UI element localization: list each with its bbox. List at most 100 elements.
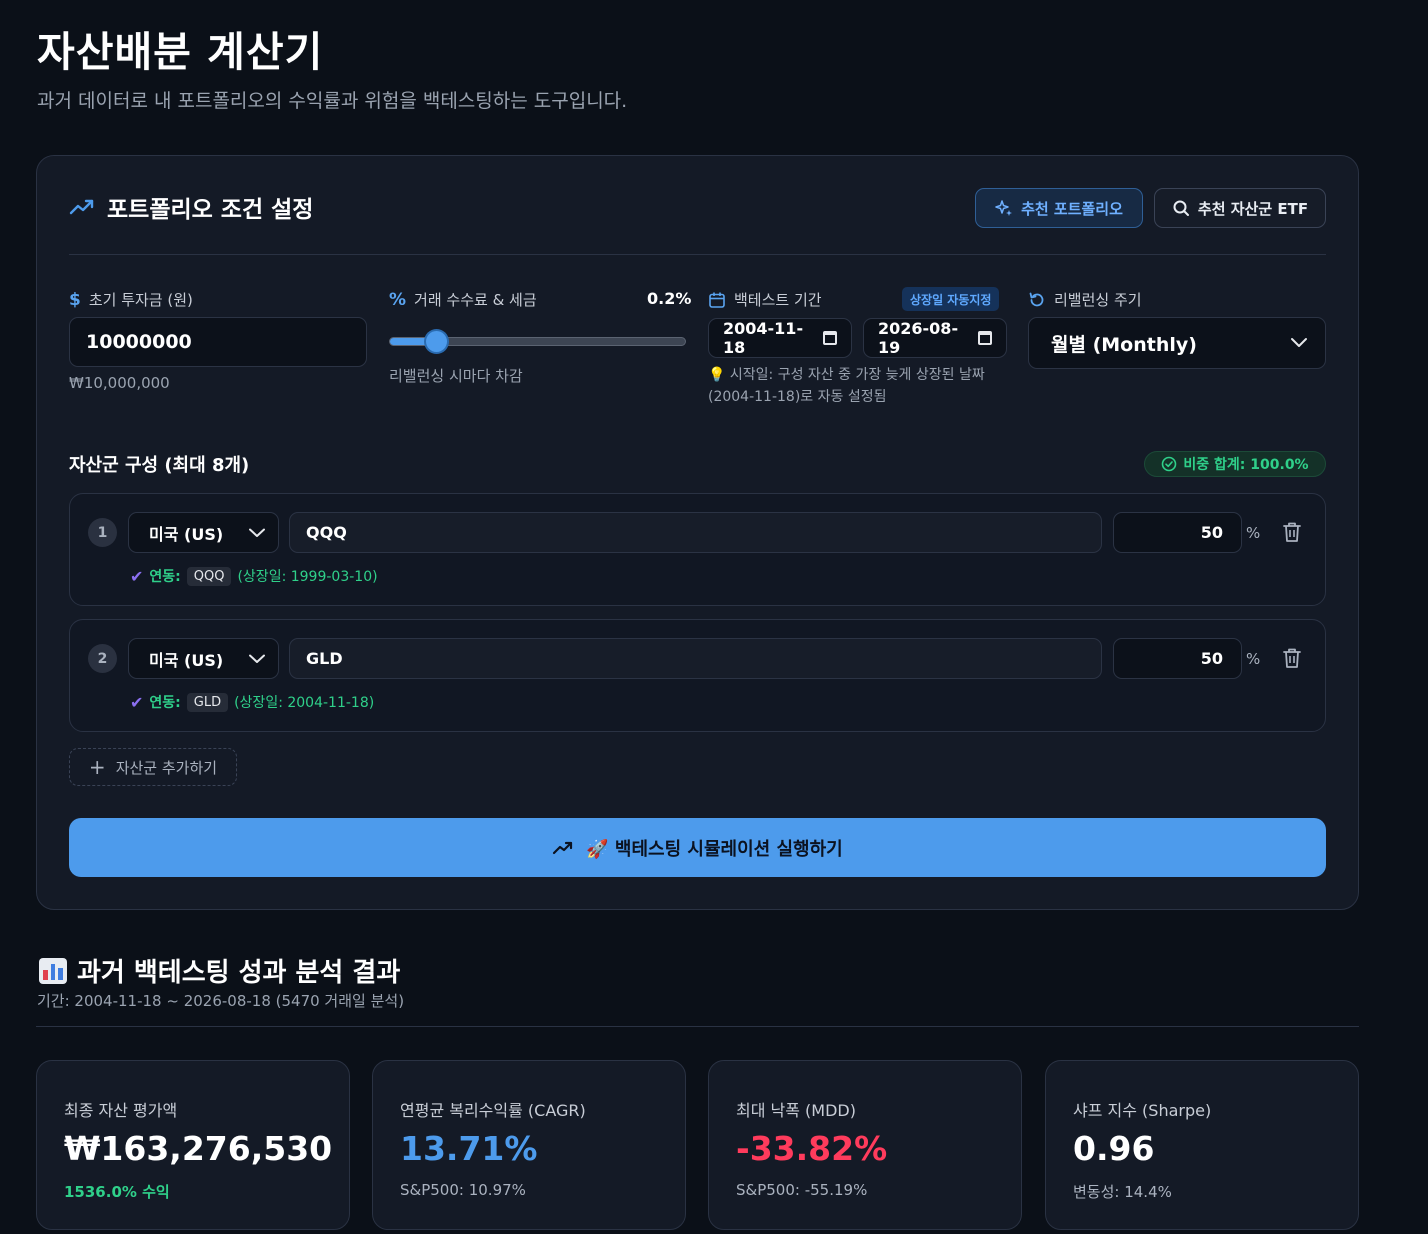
percent-symbol: % — [1246, 650, 1261, 668]
listing-date: (상장일: 1999-03-10) — [237, 569, 378, 585]
sparkles-icon — [995, 200, 1013, 216]
portfolio-settings-card: 포트폴리오 조건 설정 추천 포트폴리오 추천 자산군 ETF $ 초기 투자금… — [36, 155, 1359, 910]
metric-label: 최종 자산 평가액 — [64, 1101, 178, 1120]
rebalance-label: 리밸런싱 주기 — [1054, 291, 1142, 309]
bar-chart-icon — [39, 957, 67, 984]
metric-label: 연평균 복리수익률 (CAGR) — [400, 1101, 586, 1120]
ticker-link-status: ✔ 연동: QQQ (상장일: 1999-03-10) — [130, 566, 378, 586]
rebalance-select[interactable]: 월별 (Monthly) — [1028, 317, 1326, 369]
initial-investment-formatted: ₩10,000,000 — [69, 374, 170, 392]
auto-listing-date-badge[interactable]: 상장일 자동지정 — [902, 287, 1000, 311]
results-title: 과거 백테스팅 성과 분석 결과 — [77, 958, 401, 988]
trash-icon[interactable] — [1282, 521, 1302, 543]
metric-sub: 변동성: 14.4% — [1073, 1183, 1172, 1201]
initial-investment-label-row: $ 초기 투자금 (원) — [69, 289, 193, 310]
end-date-input[interactable]: 2026-08-19 — [863, 318, 1007, 358]
settings-header: 포트폴리오 조건 설정 — [69, 190, 313, 224]
asset-row: 1 미국 (US) QQQ 50 % ✔ 연동: QQQ (상장일: 1999-… — [69, 493, 1326, 606]
recommend-etf-button[interactable]: 추천 자산군 ETF — [1154, 188, 1326, 228]
weight-input[interactable]: 50 — [1113, 638, 1242, 679]
start-date-note: 💡 시작일: 구성 자산 중 가장 늦게 상장된 날짜 (2004-11-18)… — [708, 367, 985, 405]
rotate-ccw-icon — [1029, 292, 1044, 306]
metric-card-cagr: 연평균 복리수익률 (CAGR) 13.71% S&P500: 10.97% — [372, 1060, 686, 1230]
metric-value: -33.82% — [736, 1129, 888, 1168]
rebalance-label-row: 리밸런싱 주기 — [1028, 289, 1142, 310]
metric-label: 샤프 지수 (Sharpe) — [1073, 1101, 1212, 1120]
results-title-row: 과거 백테스팅 성과 분석 결과 — [39, 952, 400, 989]
start-date-value: 2004-11-18 — [723, 319, 804, 357]
fee-hint: 리밸런싱 시마다 차감 — [389, 367, 523, 385]
add-asset-button[interactable]: + 자산군 추가하기 — [69, 748, 237, 786]
ticker-chip: GLD — [186, 692, 229, 712]
calendar-icon — [709, 292, 725, 308]
metric-card-mdd: 최대 낙폭 (MDD) -33.82% S&P500: -55.19% — [708, 1060, 1022, 1230]
recommend-portfolio-label: 추천 포트폴리오 — [1021, 199, 1123, 218]
page-title: 자산배분 계산기 — [37, 28, 324, 76]
ticker-chip: QQQ — [186, 566, 232, 586]
market-value: 미국 (US) — [149, 524, 224, 544]
end-date-calendar-icon[interactable] — [978, 331, 992, 345]
listing-date: (상장일: 2004-11-18) — [234, 695, 375, 711]
metric-value: ₩163,276,530 — [64, 1129, 333, 1168]
fee-value: 0.2% — [647, 289, 692, 308]
linked-label: 연동: — [149, 569, 181, 585]
fee-slider-thumb[interactable] — [425, 331, 447, 352]
page: 자산배분 계산기 과거 데이터로 내 포트폴리오의 수익률과 위험을 백테스팅하… — [0, 0, 1428, 1234]
asset-index: 1 — [88, 518, 117, 547]
weight-input[interactable]: 50 — [1113, 512, 1242, 553]
metric-sub: S&P500: -55.19% — [736, 1181, 868, 1199]
market-select[interactable]: 미국 (US) — [128, 512, 279, 553]
fee-slider[interactable] — [389, 331, 686, 352]
metric-label: 최대 낙폭 (MDD) — [736, 1101, 856, 1120]
metric-value: 13.71% — [400, 1129, 538, 1168]
initial-investment-input[interactable]: 10000000 — [69, 317, 367, 367]
check-icon: ✔ — [130, 692, 144, 712]
chevron-down-icon — [249, 528, 265, 537]
ticker-input[interactable]: GLD — [289, 638, 1102, 679]
start-date-calendar-icon[interactable] — [823, 331, 837, 345]
weight-total-badge: 비중 합계: 100.0% — [1144, 451, 1326, 477]
metric-card-sharpe: 샤프 지수 (Sharpe) 0.96 변동성: 14.4% — [1045, 1060, 1359, 1230]
metric-card-final-value: 최종 자산 평가액 ₩163,276,530 1536.0% 수익 — [36, 1060, 350, 1230]
fee-label-row: % 거래 수수료 & 세금 — [389, 289, 537, 310]
page-subtitle: 과거 데이터로 내 포트폴리오의 수익률과 위험을 백테스팅하는 도구입니다. — [37, 90, 628, 112]
run-backtest-button[interactable]: 🚀 백테스팅 시뮬레이션 실행하기 — [69, 818, 1326, 877]
recommend-portfolio-button[interactable]: 추천 포트폴리오 — [975, 188, 1143, 228]
trash-icon[interactable] — [1282, 647, 1302, 669]
linked-label: 연동: — [149, 695, 181, 711]
plus-icon: + — [88, 755, 106, 779]
trending-up-icon — [553, 841, 573, 854]
search-icon — [1173, 200, 1189, 216]
rebalance-value: 월별 (Monthly) — [1051, 333, 1197, 356]
period-label: 백테스트 기간 — [734, 291, 822, 309]
period-label-row: 백테스트 기간 — [708, 289, 822, 310]
check-icon: ✔ — [130, 566, 144, 586]
start-date-input[interactable]: 2004-11-18 — [708, 318, 852, 358]
percent-symbol: % — [1246, 524, 1261, 542]
asset-index: 2 — [88, 644, 117, 673]
metric-sub: 1536.0% 수익 — [64, 1183, 170, 1201]
assets-title: 자산군 구성 (최대 8개) — [69, 455, 250, 476]
initial-investment-label: 초기 투자금 (원) — [88, 291, 193, 309]
results-period: 기간: 2004-11-18 ~ 2026-08-18 (5470 거래일 분석… — [37, 992, 405, 1010]
check-circle-icon — [1162, 456, 1177, 472]
run-backtest-label: 🚀 백테스팅 시뮬레이션 실행하기 — [586, 838, 843, 860]
results-divider — [36, 1026, 1359, 1027]
ticker-input[interactable]: QQQ — [289, 512, 1102, 553]
dollar-icon: $ — [69, 289, 81, 310]
metric-value: 0.96 — [1073, 1129, 1155, 1168]
asset-row: 2 미국 (US) GLD 50 % ✔ 연동: GLD (상장일: 2004-… — [69, 619, 1326, 732]
weight-total-text: 비중 합계: 100.0% — [1183, 457, 1309, 473]
settings-title: 포트폴리오 조건 설정 — [107, 197, 314, 223]
recommend-etf-label: 추천 자산군 ETF — [1197, 199, 1309, 218]
end-date-value: 2026-08-19 — [878, 319, 959, 357]
settings-divider — [69, 254, 1326, 255]
market-value: 미국 (US) — [149, 650, 224, 670]
chevron-down-icon — [1291, 338, 1307, 347]
percent-icon: % — [389, 289, 407, 310]
market-select[interactable]: 미국 (US) — [128, 638, 279, 679]
add-asset-label: 자산군 추가하기 — [115, 758, 218, 777]
ticker-link-status: ✔ 연동: GLD (상장일: 2004-11-18) — [130, 692, 374, 712]
metric-sub: S&P500: 10.97% — [400, 1181, 526, 1199]
fee-label: 거래 수수료 & 세금 — [414, 291, 537, 309]
